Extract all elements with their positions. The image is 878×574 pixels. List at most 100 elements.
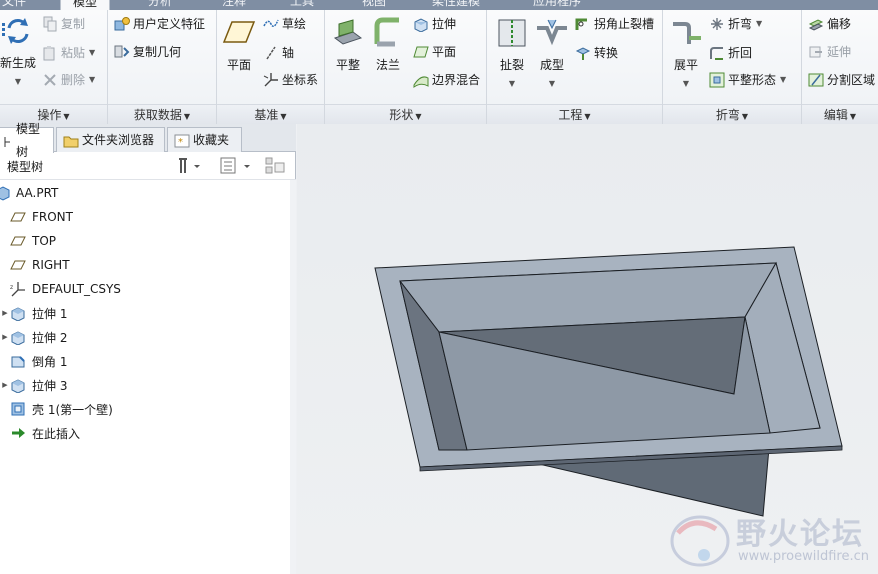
extend-button[interactable]: 延伸 [808, 44, 851, 60]
tree-node-label: 拉伸 3 [32, 378, 68, 393]
unbend-button[interactable]: 展平 ▼ [667, 16, 705, 88]
watermark-url: www.proewildfire.cn [738, 549, 869, 564]
expand-arrow-icon[interactable]: ▶ [0, 309, 10, 317]
tree-node-front[interactable]: FRONT [0, 206, 290, 228]
convert-button[interactable]: 转换 [575, 45, 618, 61]
shapes-plane-button[interactable]: 平面 [413, 44, 456, 60]
flange-wall-button[interactable]: 法兰 [369, 16, 407, 73]
group-engineering: 扯裂 ▼ 成型 ▼ 拐角止裂槽 转换 工程 ▼ [487, 10, 663, 124]
copy-button[interactable]: 复制 [42, 16, 85, 32]
group-title-editing[interactable]: 编辑 ▼ [802, 104, 878, 124]
tree-filter-button[interactable] [265, 157, 287, 178]
datum-plane-button[interactable]: 平面 [219, 16, 259, 73]
sketch-button[interactable]: 草绘 [263, 16, 306, 32]
copy-geometry-button[interactable]: 复制几何 [114, 44, 181, 60]
rip-label: 扯裂 [499, 58, 524, 72]
chevron-down-icon: ▼ [508, 79, 516, 88]
extend-label: 延伸 [827, 45, 852, 59]
tab-annotate[interactable]: 注释 [222, 0, 246, 10]
bend-back-button[interactable]: 折回 [709, 45, 752, 61]
axis-icon [263, 45, 279, 61]
datum-plane-label: 平面 [226, 58, 251, 72]
watermark-title: 野火论坛 [736, 517, 864, 552]
paste-button[interactable]: 粘贴 ▼ [42, 45, 95, 61]
group-title-bends[interactable]: 折弯 ▼ [663, 104, 801, 124]
boundary-blend-button[interactable]: 边界混合 [413, 72, 480, 88]
group-title-engineering[interactable]: 工程 ▼ [487, 104, 662, 124]
delete-x-icon [42, 72, 58, 88]
udf-button[interactable]: 用户定义特征 [114, 16, 205, 32]
tree-node-top[interactable]: TOP [0, 230, 290, 252]
chevron-down-icon: ▼ [756, 19, 763, 28]
tab-favorites[interactable]: * 收藏夹 [167, 127, 242, 152]
csys-icon: z [10, 281, 26, 297]
tree-scrollbar[interactable] [290, 180, 296, 574]
folder-icon [63, 133, 79, 148]
split-area-label: 分割区域 [827, 73, 876, 87]
list-columns-icon [220, 157, 250, 174]
tree-node-chamfer-1[interactable]: 倒角 1 [0, 350, 290, 372]
rip-button[interactable]: 扯裂 ▼ [493, 16, 531, 88]
tree-node-root[interactable]: AA.PRT [0, 182, 290, 204]
bend-label: 折弯 [728, 17, 753, 31]
part-icon [0, 185, 10, 201]
expand-arrow-icon[interactable]: ▶ [0, 333, 10, 341]
tree-node-extrude-1[interactable]: ▶ 拉伸 1 [0, 302, 290, 324]
tree-node-extrude-2[interactable]: ▶ 拉伸 2 [0, 326, 290, 348]
regenerate-button[interactable]: 新生成 ▼ [0, 14, 40, 86]
tab-model-tree[interactable]: 模型树 [0, 122, 54, 159]
panel-tabs: 模型树 文件夹浏览器 * 收藏夹 [0, 122, 296, 159]
tree-node-label: FRONT [32, 210, 73, 224]
tree-columns-button[interactable] [220, 157, 252, 178]
extrude-icon [413, 16, 429, 33]
group-title-shapes[interactable]: 形状 ▼ [325, 104, 486, 124]
tab-flexible-modeling[interactable]: 柔性建模 [432, 0, 480, 10]
tree-node-extrude-3[interactable]: ▶ 拉伸 3 [0, 374, 290, 396]
corner-relief-button[interactable]: 拐角止裂槽 [575, 16, 654, 32]
datum-plane-icon [10, 233, 26, 249]
tab-tools[interactable]: 工具 [290, 0, 314, 10]
tab-analysis[interactable]: 分析 [148, 0, 172, 10]
extrude-button[interactable]: 拉伸 [413, 16, 456, 33]
tab-applications[interactable]: 应用程序 [533, 0, 581, 10]
csys-button[interactable]: 坐标系 [263, 72, 318, 88]
tree-node-shell-1[interactable]: 壳 1(第一个壁) [0, 398, 290, 420]
chevron-down-icon: ▼ [780, 75, 787, 84]
regenerate-label: 新生成 [0, 56, 36, 70]
tree-node-default-csys[interactable]: z DEFAULT_CSYS [0, 278, 290, 300]
tree-node-insert-here[interactable]: 在此插入 [0, 422, 290, 444]
bend-button[interactable]: 折弯 ▼ [709, 16, 762, 32]
bend-back-icon [709, 45, 725, 61]
offset-button[interactable]: 偏移 [808, 16, 851, 32]
tab-file[interactable]: 文件 [2, 0, 26, 10]
watermark-logo-icon [670, 515, 730, 567]
model-tree-icon [3, 134, 11, 148]
form-button[interactable]: 成型 ▼ [533, 16, 571, 88]
convert-icon [575, 45, 591, 61]
model-tree-title: 模型树 [7, 160, 44, 174]
group-title-datum[interactable]: 基准 ▼ [217, 104, 324, 124]
udf-label: 用户定义特征 [133, 17, 206, 31]
copy-icon [42, 16, 58, 32]
tree-settings-button[interactable] [178, 157, 206, 178]
group-title-get-data[interactable]: 获取数据 ▼ [108, 104, 216, 124]
group-operations: 新生成 ▼ 复制 粘贴 ▼ 删除 ▼ 操作 ▼ [0, 10, 108, 124]
tree-node-label: TOP [32, 234, 57, 248]
tab-folder-browser[interactable]: 文件夹浏览器 [56, 127, 165, 152]
flat-pattern-button[interactable]: 平整形态 ▼ [709, 72, 786, 88]
group-bends: 展平 ▼ 折弯 ▼ 折回 平整形态 ▼ 折弯 ▼ [663, 10, 802, 124]
tab-model[interactable]: 模型 [60, 0, 111, 10]
tab-view[interactable]: 视图 [362, 0, 386, 10]
sketch-icon [263, 16, 279, 32]
tree-node-right[interactable]: RIGHT [0, 254, 290, 276]
form-icon [535, 16, 569, 50]
axis-button[interactable]: 轴 [263, 45, 294, 61]
tree-node-label: RIGHT [32, 258, 70, 272]
flat-wall-button[interactable]: 平整 [329, 16, 367, 73]
chevron-down-icon: ▼ [14, 77, 22, 86]
delete-button[interactable]: 删除 ▼ [42, 72, 95, 88]
ribbon: 新生成 ▼ 复制 粘贴 ▼ 删除 ▼ 操作 ▼ 用户定义特征 复制几何 获取数据… [0, 10, 878, 124]
form-label: 成型 [539, 58, 564, 72]
expand-arrow-icon[interactable]: ▶ [0, 381, 10, 389]
split-area-button[interactable]: 分割区域 [808, 72, 875, 88]
